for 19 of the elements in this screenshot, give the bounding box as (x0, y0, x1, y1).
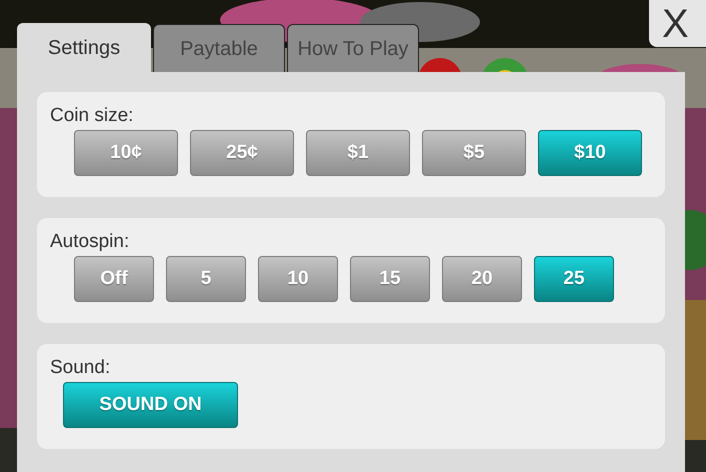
close-button[interactable]: X (649, 0, 706, 47)
option-button[interactable]: 15 (350, 256, 430, 302)
option-button[interactable]: $5 (422, 130, 526, 176)
option-button[interactable]: $10 (538, 130, 642, 176)
option-button[interactable]: $1 (306, 130, 410, 176)
section-label: Autospin: (50, 230, 130, 254)
section-label: Sound: (50, 356, 112, 380)
option-button[interactable]: 5 (166, 256, 246, 302)
option-button[interactable]: SOUND ON (63, 382, 238, 428)
tab[interactable]: Settings (17, 23, 151, 72)
option-button[interactable]: 25 (534, 256, 614, 302)
tab[interactable]: Paytable (153, 24, 285, 72)
option-button[interactable]: 25¢ (190, 130, 294, 176)
section-label: Coin size: (50, 104, 134, 128)
option-button[interactable]: 10¢ (74, 130, 178, 176)
option-button[interactable]: 20 (442, 256, 522, 302)
option-button[interactable]: 10 (258, 256, 338, 302)
tab[interactable]: How To Play (287, 24, 419, 72)
option-button[interactable]: Off (74, 256, 154, 302)
